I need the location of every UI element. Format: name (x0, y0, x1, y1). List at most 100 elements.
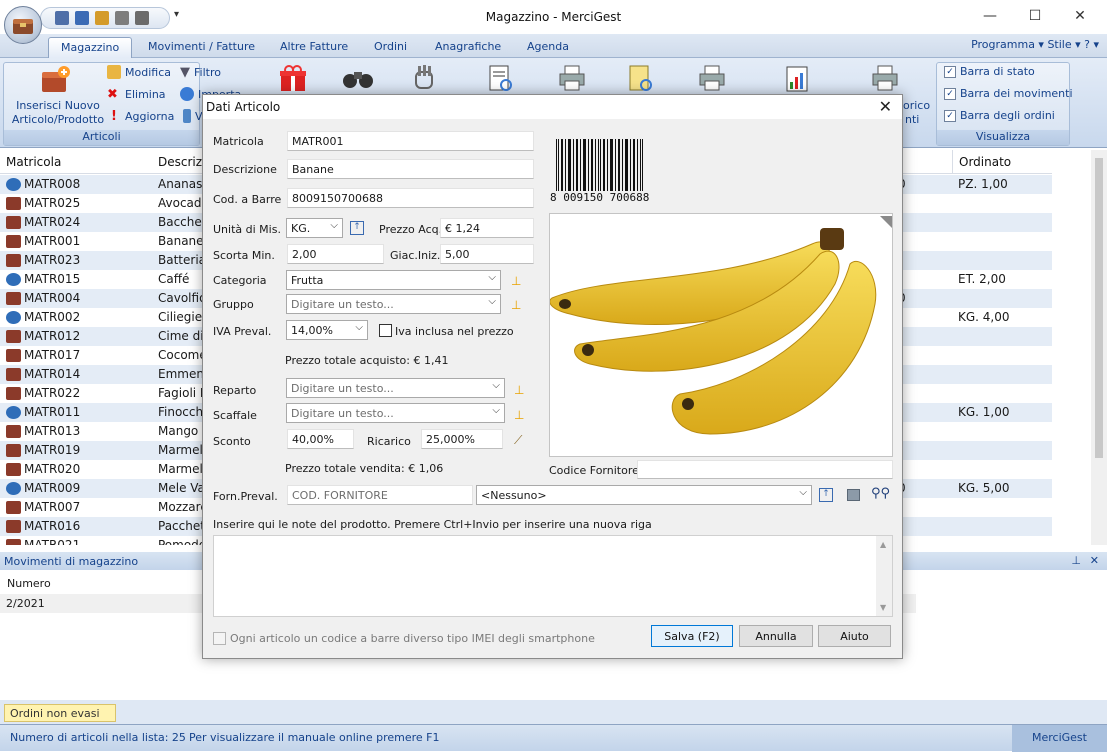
notes-textarea[interactable]: ▲ ▼ (213, 535, 893, 617)
forn-code-placeholder: COD. FORNITORE (292, 489, 388, 502)
insert-article-icon[interactable] (38, 64, 72, 99)
unita-select[interactable]: KG. ⌵ (286, 218, 343, 238)
categoria-select[interactable]: Frutta ⌵ (286, 270, 501, 290)
barcode-field[interactable]: 8009150700688 (287, 188, 534, 208)
chevron-down-icon: ⌵ (492, 405, 500, 416)
save-disk-icon[interactable] (847, 489, 860, 501)
barra-movimenti-toggle[interactable]: ✓ Barra dei movimenti (944, 87, 1073, 100)
column-header-ordinato[interactable]: Ordinato (952, 150, 1052, 174)
notes-hint: Inserire qui le note del prodotto. Preme… (213, 518, 652, 531)
elimina-button[interactable]: ✖ Elimina (107, 87, 166, 102)
unita-edit-icon[interactable]: ↑ (350, 221, 364, 235)
scaffale-pin-icon[interactable]: ⊥ (514, 408, 526, 422)
categoria-label: Categoria (213, 274, 267, 287)
forn-code-field[interactable]: COD. FORNITORE (287, 485, 473, 505)
tab-magazzino[interactable]: Magazzino (48, 37, 133, 58)
articoli-group-label: Articoli (4, 130, 199, 145)
cell-matricola: MATR020 (24, 462, 81, 476)
scorta-field[interactable]: 2,00 (287, 244, 384, 264)
ordini-non-evasi-tab[interactable]: Ordini non evasi (4, 704, 116, 722)
dialog-close-button[interactable]: ✕ (879, 97, 892, 116)
gift-icon[interactable] (278, 64, 308, 97)
cell-matricola: MATR015 (24, 272, 81, 286)
cell-matricola: MATR001 (24, 234, 81, 248)
tab-anagrafiche[interactable]: Anagrafiche (423, 37, 513, 58)
barra-ordini-checkbox[interactable]: ✓ (944, 109, 956, 122)
help-button[interactable]: Aiuto (818, 625, 891, 647)
ricarico-field[interactable]: 25,000% (421, 429, 503, 449)
prezzo-acq-field[interactable]: € 1,24 (440, 218, 534, 238)
box-icon (6, 216, 21, 229)
report-search-icon[interactable] (627, 64, 655, 97)
printer-icon[interactable] (557, 64, 587, 95)
tab-altre-fatture[interactable]: Altre Fatture (268, 37, 360, 58)
dialog-titlebar: Dati Articolo ✕ (203, 95, 902, 119)
grid-scrollbar[interactable] (1091, 150, 1107, 545)
tab-movimenti-fatture[interactable]: Movimenti / Fatture (136, 37, 267, 58)
grid-scroll-thumb[interactable] (1095, 158, 1103, 458)
codice-fornitore-field[interactable] (637, 460, 893, 479)
gruppo-pin-icon[interactable]: ⊥ (511, 298, 523, 312)
binoculars-search-icon[interactable]: ⚲⚲ (871, 486, 890, 501)
wand-icon[interactable]: ⟋ (514, 433, 526, 447)
matricola-field[interactable]: MATR001 (287, 131, 534, 151)
barra-di-stato-checkbox[interactable]: ✓ (944, 65, 956, 78)
totale-vendita-text: Prezzo totale vendita: € 1,06 (285, 462, 444, 475)
filtro-button[interactable]: ▼ Filtro (180, 65, 221, 80)
iva-inclusa-checkbox[interactable] (379, 324, 392, 337)
column-header-matricola[interactable]: Matricola (0, 150, 152, 174)
product-photo[interactable] (549, 213, 893, 457)
tab-ordini[interactable]: Ordini (362, 37, 419, 58)
giac-field[interactable]: 5,00 (440, 244, 534, 264)
binoculars-icon[interactable] (342, 66, 374, 93)
pin-icon[interactable]: ⊥ (1071, 554, 1081, 567)
aggiorna-button[interactable]: ! Aggiorna (107, 109, 174, 124)
insert-article-button[interactable]: Inserisci Nuovo Articolo/Prodotto (6, 99, 110, 127)
cancel-button[interactable]: Annulla (739, 625, 813, 647)
box-icon (6, 444, 21, 457)
hand-icon[interactable] (410, 64, 438, 95)
reparto-pin-icon[interactable]: ⊥ (514, 383, 526, 397)
imei-checkbox[interactable] (213, 632, 226, 645)
status-app: MerciGest (1012, 725, 1107, 752)
globe-icon (180, 87, 194, 101)
cell-ordinato: KG. 4,00 (958, 310, 1010, 324)
storico-label-1: orico (903, 99, 931, 112)
reparto-select[interactable]: Digitare un testo... ⌵ (286, 378, 505, 398)
categoria-pin-icon[interactable]: ⊥ (511, 274, 523, 288)
gruppo-select[interactable]: Digitare un testo... ⌵ (286, 294, 501, 314)
app-logo-icon (13, 19, 33, 34)
sconto-field[interactable]: 40,00% (287, 429, 354, 449)
barra-movimenti-checkbox[interactable]: ✓ (944, 87, 956, 100)
barra-di-stato-toggle[interactable]: ✓ Barra di stato (944, 65, 1035, 78)
scaffale-select[interactable]: Digitare un testo... ⌵ (286, 403, 505, 423)
barcode-label: Cod. a Barre (213, 193, 282, 206)
iva-select[interactable]: 14,00% ⌵ (286, 320, 368, 340)
notes-scrollbar[interactable]: ▲ ▼ (876, 536, 892, 616)
storico-movimenti-button[interactable]: orico nti (903, 99, 930, 127)
scroll-up-icon[interactable]: ▲ (880, 540, 886, 549)
minimize-button[interactable]: — (978, 6, 1002, 26)
close-button[interactable]: ✕ (1068, 6, 1092, 26)
visualizza-button[interactable]: V (183, 109, 203, 123)
barra-ordini-toggle[interactable]: ✓ Barra degli ordini (944, 109, 1055, 122)
fornitore-select[interactable]: <Nessuno> ⌵ (476, 485, 812, 505)
imei-label: Ogni articolo un codice a barre diverso … (230, 632, 595, 645)
fornitore-edit-icon[interactable]: ↑ (819, 488, 833, 502)
document-search-icon[interactable] (487, 64, 515, 97)
tab-agenda[interactable]: Agenda (515, 37, 581, 58)
save-button[interactable]: Salva (F2) (651, 625, 733, 647)
close-panel-icon[interactable]: ✕ (1090, 554, 1099, 567)
box-icon (6, 349, 21, 362)
iva-value: 14,00% (291, 324, 333, 337)
chart-icon[interactable] (784, 64, 812, 97)
programma-stile-help-menu[interactable]: Programma ▾ Stile ▾ ? ▾ (971, 38, 1099, 51)
app-menu-button[interactable] (4, 6, 42, 44)
descrizione-field[interactable]: Banane (287, 159, 534, 179)
printer-3-icon[interactable] (870, 64, 900, 95)
box-icon (6, 463, 21, 476)
printer-2-icon[interactable] (697, 64, 727, 95)
modifica-button[interactable]: Modifica (107, 65, 171, 79)
maximize-button[interactable]: ☐ (1023, 6, 1047, 26)
scroll-down-icon[interactable]: ▼ (880, 603, 886, 612)
